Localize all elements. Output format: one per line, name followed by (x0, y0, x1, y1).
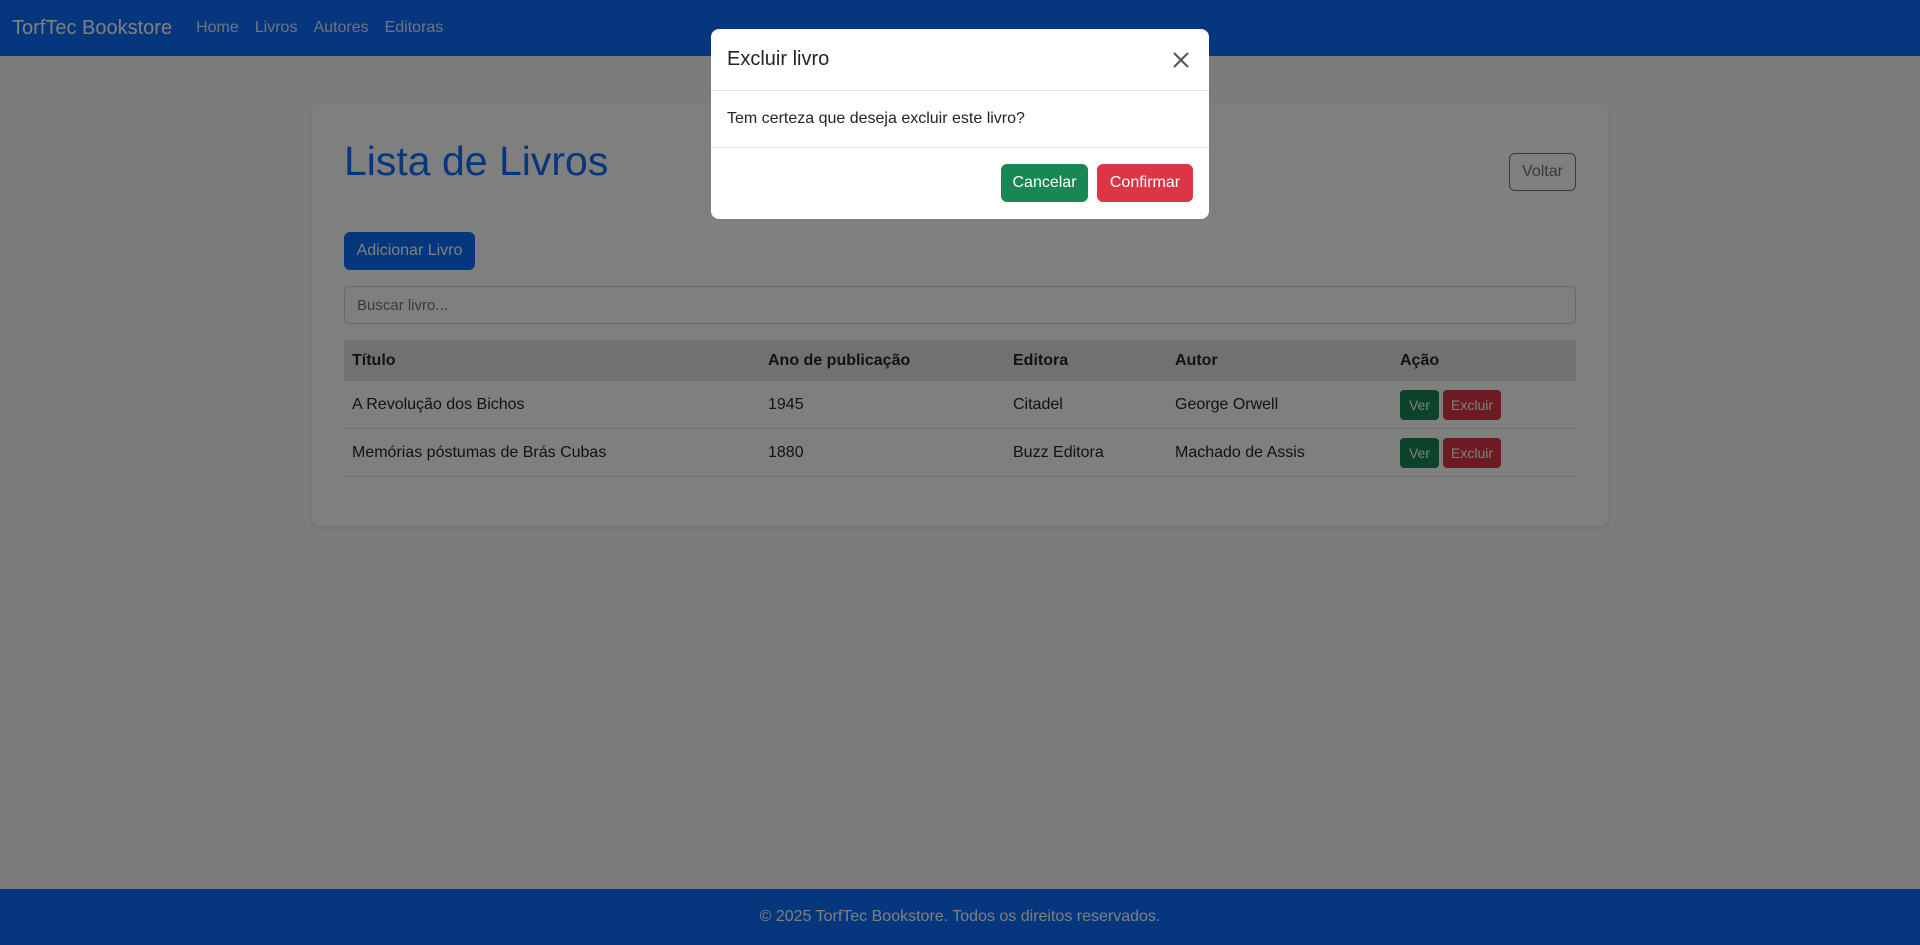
delete-modal: Excluir livro Tem certeza que deseja exc… (711, 29, 1209, 219)
modal-footer: Cancelar Confirmar (711, 148, 1209, 218)
modal-title: Excluir livro (727, 48, 830, 70)
close-icon[interactable] (1169, 48, 1193, 72)
confirm-button[interactable]: Confirmar (1097, 164, 1193, 202)
modal-body: Tem certeza que deseja excluir este livr… (711, 91, 1209, 148)
cancel-button[interactable]: Cancelar (1001, 164, 1088, 202)
modal-header: Excluir livro (711, 29, 1209, 91)
modal-message: Tem certeza que deseja excluir este livr… (727, 110, 1025, 127)
